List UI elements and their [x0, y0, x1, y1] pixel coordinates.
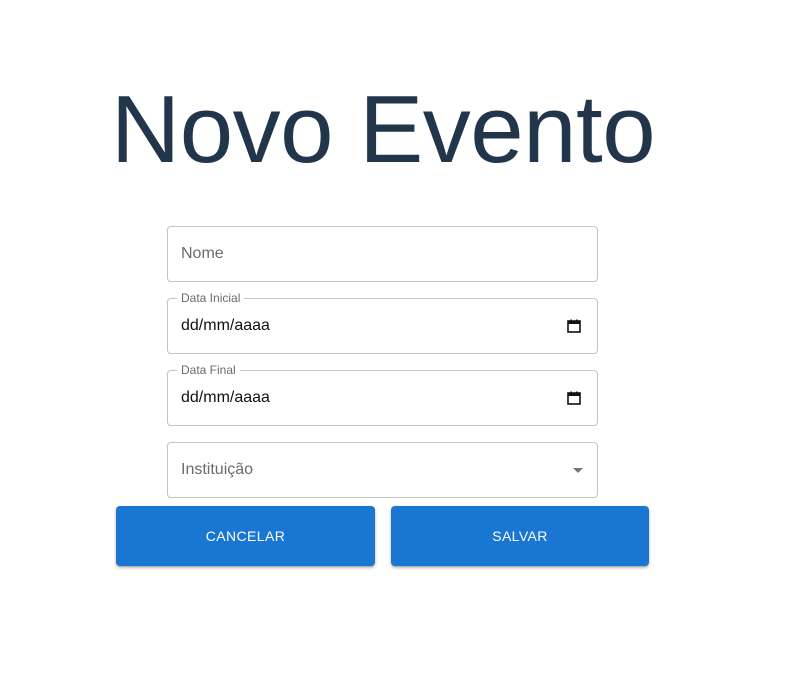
name-field[interactable]: Nome [167, 226, 598, 282]
end-date-label: Data Final [177, 363, 240, 377]
end-date-field[interactable]: Data Final dd/mm/aaaa [167, 363, 598, 426]
calendar-icon[interactable] [567, 391, 581, 405]
start-date-label: Data Inicial [177, 291, 245, 305]
new-event-page: Novo Evento Nome Data Inicial dd/mm/aaaa… [0, 0, 796, 679]
page-title: Novo Evento [110, 76, 656, 183]
calendar-icon[interactable] [567, 319, 581, 333]
cancel-button[interactable]: CANCELAR [116, 506, 375, 566]
save-button[interactable]: SALVAR [391, 506, 649, 566]
start-date-value: dd/mm/aaaa [181, 317, 270, 334]
name-placeholder: Nome [181, 245, 224, 262]
caret-down-icon [573, 468, 583, 473]
end-date-value: dd/mm/aaaa [181, 389, 270, 406]
institution-select[interactable]: Instituição [167, 442, 598, 498]
start-date-field[interactable]: Data Inicial dd/mm/aaaa [167, 291, 598, 354]
institution-placeholder: Instituição [181, 461, 254, 478]
